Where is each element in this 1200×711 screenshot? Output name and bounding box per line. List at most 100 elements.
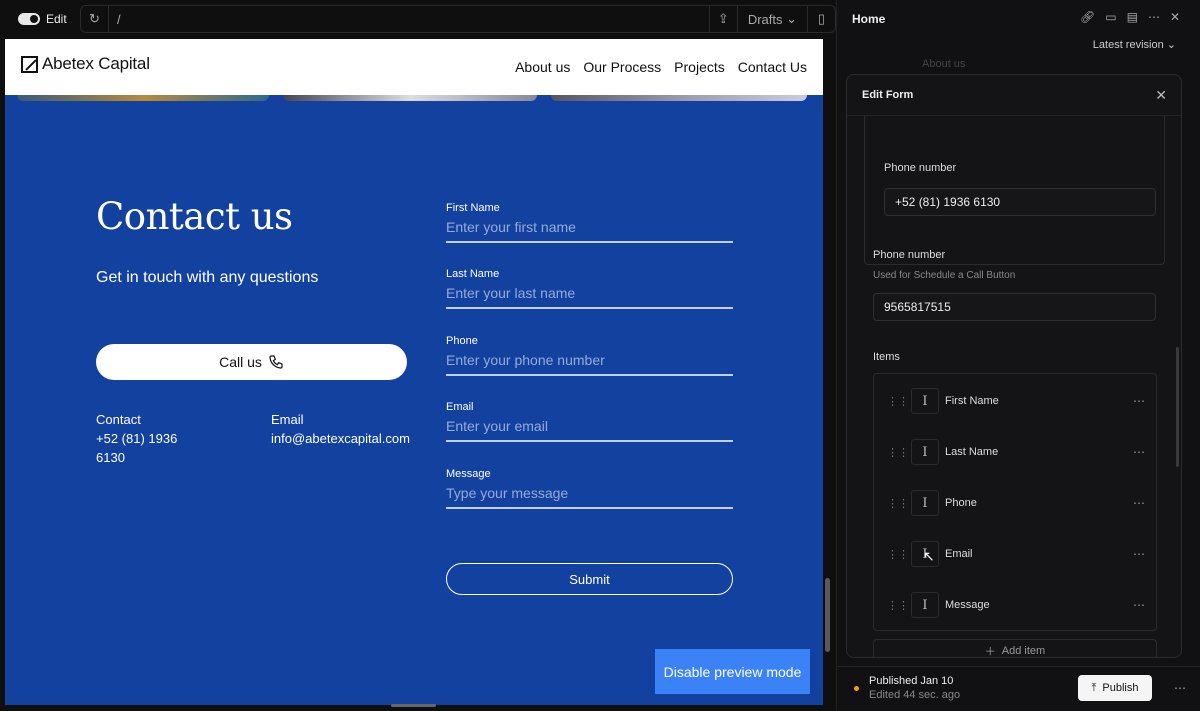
disable-preview-button[interactable]: Disable preview mode (655, 649, 810, 694)
phone-field: Phone Enter your phone number (446, 335, 733, 376)
phone-number-label: Phone number (884, 162, 957, 174)
contact-label: Contact (96, 412, 141, 427)
list-item[interactable]: ⋮⋮ I Message ⋯ (874, 590, 1158, 620)
field-label: First Name (446, 202, 500, 214)
image-strip (5, 95, 823, 101)
revision-dropdown[interactable]: Latest revision ⌄ (1093, 38, 1176, 51)
list-item[interactable]: ⋮⋮ I Last Name ⋯ (874, 437, 1158, 467)
nav-projects[interactable]: Projects (674, 59, 725, 75)
text-field-icon: I (911, 490, 939, 516)
last-name-input[interactable]: Enter your last name (446, 285, 733, 309)
strip-image (551, 95, 807, 101)
plus-icon: ＋ (984, 645, 996, 658)
drag-handle-icon[interactable]: ⋮⋮ (887, 599, 909, 612)
phone-number-input[interactable]: +52 (81) 1936 6130 (884, 188, 1156, 216)
email-label: Email (271, 412, 304, 427)
close-icon[interactable]: ✕ (1170, 10, 1180, 24)
drafts-label: Drafts (747, 11, 783, 27)
drag-handle-icon[interactable]: ⋮⋮ (887, 395, 909, 408)
add-item-label: Add item (1001, 644, 1046, 657)
published-status: Published Jan 10 (869, 675, 954, 687)
schedule-phone-input[interactable]: 9565817515 (873, 293, 1156, 321)
drag-handle-icon[interactable]: ⋮⋮ (887, 446, 909, 459)
app-window: Edit ↻ / ⇪ Drafts ⌄ ▯ Abetex Capital Abo… (0, 0, 1200, 711)
publish-button[interactable]: ⤒ Publish (1078, 675, 1152, 701)
site-header: Abetex Capital About us Our Process Proj… (5, 39, 823, 95)
logo-text: Abetex Capital (42, 54, 150, 73)
item-name: Message (945, 599, 990, 611)
more-icon[interactable]: ⋯ (1133, 445, 1146, 459)
text-field-icon: I (911, 388, 939, 414)
contact-phone-line-1: +52 (81) 1936 (96, 431, 178, 446)
first-name-input[interactable]: Enter your first name (446, 219, 733, 243)
comment-icon[interactable]: ▭ (1105, 10, 1116, 24)
contact-info: Contact +52 (81) 1936 6130 (96, 410, 177, 467)
text-field-icon: I (911, 592, 939, 618)
close-icon[interactable]: ✕ (1155, 87, 1167, 104)
add-item-button[interactable]: ＋ Add item (873, 639, 1157, 658)
list-item[interactable]: ⋮⋮ I First Name ⋯ (874, 386, 1158, 416)
nav-about-us[interactable]: About us (515, 59, 570, 75)
publish-bar: Published Jan 10 Edited 44 sec. ago ⤒ Pu… (837, 666, 1200, 711)
more-icon[interactable]: ⋯ (1174, 681, 1187, 695)
email-value[interactable]: info@abetexcapital.com (271, 429, 410, 448)
dialog-scrollbar[interactable] (1176, 347, 1179, 467)
url-bar: ↻ / ⇪ Drafts ⌄ ▯ (80, 5, 836, 33)
more-icon[interactable]: ⋯ (1133, 496, 1146, 510)
submit-button[interactable]: Submit (446, 563, 733, 595)
revision-label: Latest revision (1092, 39, 1164, 51)
field-label: Last Name (446, 268, 500, 280)
schedule-phone-label: Phone number (873, 249, 946, 261)
list-item[interactable]: ⋮⋮ I Email ⋯ (874, 539, 1158, 569)
right-panel: Home 🔗︎ ▭ ▤ ⋯ ✕ Latest revision ⌄ About … (836, 0, 1200, 711)
nav-our-process[interactable]: Our Process (583, 59, 661, 75)
site-logo[interactable]: Abetex Capital (21, 54, 150, 74)
url-path[interactable]: / (109, 6, 709, 32)
drag-handle-icon[interactable]: ⋮⋮ (887, 497, 909, 510)
first-name-field: First Name Enter your first name (446, 202, 733, 243)
contact-phone-line-2: 6130 (96, 450, 125, 465)
last-name-field: Last Name Enter your last name (446, 268, 733, 309)
message-field: Message Type your message (446, 468, 733, 509)
top-toolbar: Edit ↻ / ⇪ Drafts ⌄ ▯ (0, 0, 836, 38)
drag-handle-icon[interactable]: ⋮⋮ (887, 548, 909, 561)
call-us-label: Call us (219, 354, 262, 370)
contact-subtitle: Get in touch with any questions (96, 269, 319, 286)
edit-mode-label: Edit (46, 12, 67, 26)
more-icon[interactable]: ⋯ (1133, 394, 1146, 408)
panel-actions: 🔗︎ ▭ ▤ ⋯ ✕ (1080, 10, 1180, 24)
field-label: Message (446, 468, 491, 480)
resize-handle[interactable] (391, 704, 436, 707)
schedule-phone-description: Used for Schedule a Call Button (873, 270, 1016, 281)
share-icon[interactable]: ⇪ (708, 6, 737, 32)
status-dot-icon (854, 686, 859, 691)
message-input[interactable]: Type your message (446, 485, 733, 509)
refresh-icon[interactable]: ↻ (81, 6, 109, 32)
field-label: Phone (446, 335, 478, 347)
phone-input[interactable]: Enter your phone number (446, 352, 733, 376)
more-icon[interactable]: ⋯ (1133, 547, 1146, 561)
call-us-button[interactable]: Call us (96, 344, 407, 380)
edit-toggle[interactable] (18, 13, 40, 25)
logo-mark-icon (21, 55, 38, 73)
link-icon[interactable]: 🔗︎ (1080, 10, 1095, 24)
mouse-cursor-icon: ↖ (923, 548, 935, 564)
email-input[interactable]: Enter your email (446, 418, 733, 442)
strip-image (283, 95, 537, 101)
drafts-dropdown[interactable]: Drafts ⌄ (736, 6, 807, 32)
more-icon[interactable]: ⋯ (1148, 10, 1160, 24)
items-list: ⋮⋮ I First Name ⋯ ⋮⋮ I Last Name ⋯ ⋮⋮ I … (873, 373, 1157, 631)
nav-contact-us[interactable]: Contact Us (738, 59, 807, 75)
more-icon[interactable]: ⋯ (1133, 598, 1146, 612)
items-label: Items (873, 351, 900, 363)
dialog-title: Edit Form (862, 89, 914, 101)
preview-scrollbar[interactable] (825, 578, 830, 652)
layout-icon[interactable]: ▤ (1127, 10, 1138, 24)
text-field-icon: I (911, 439, 939, 465)
list-item[interactable]: ⋮⋮ I Phone ⋯ (874, 488, 1158, 518)
email-info: Email info@abetexcapital.com (271, 410, 410, 448)
site-nav: About us Our Process Projects Contact Us (515, 59, 807, 75)
field-label: Email (446, 401, 474, 413)
edited-status: Edited 44 sec. ago (869, 689, 961, 701)
mobile-device-icon[interactable]: ▯ (807, 6, 835, 32)
